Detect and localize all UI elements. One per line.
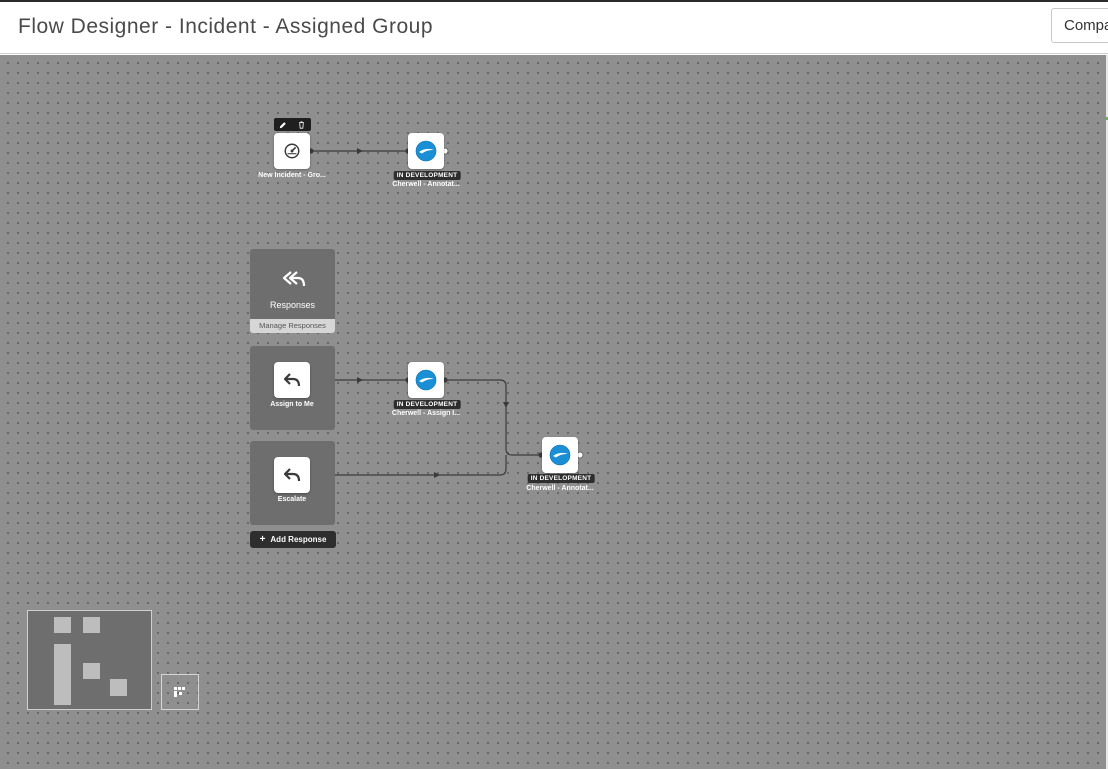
response-assign-node[interactable]: [274, 362, 310, 398]
page-title: Flow Designer - Incident - Assigned Grou…: [18, 15, 434, 38]
cherwell-logo-icon: [415, 369, 437, 391]
node-label: Cherwell - Annotat...: [526, 485, 594, 492]
status-badge: IN DEVELOPMENT: [527, 474, 595, 483]
cherwell-logo-icon: [415, 140, 437, 162]
minimap-block: [54, 644, 71, 705]
minimap-toggle-button[interactable]: [161, 674, 199, 710]
responses-title: Responses: [269, 300, 316, 310]
node-toolbar: [274, 118, 311, 131]
header-bar: Flow Designer - Incident - Assigned Grou…: [0, 2, 1108, 54]
minimap[interactable]: [27, 610, 152, 710]
connector-layer: [308, 147, 584, 478]
response-label: Escalate: [277, 496, 307, 503]
manage-responses-link[interactable]: Manage Responses: [250, 319, 335, 333]
speedometer-icon: [284, 143, 300, 159]
reply-all-icon: [280, 269, 306, 294]
arrow-marker: [357, 148, 363, 154]
pencil-icon[interactable]: [274, 118, 293, 131]
responses-panel[interactable]: Responses Manage Responses: [250, 249, 335, 333]
node-label: Cherwell - Annotat...: [392, 181, 460, 188]
minimap-icon: [174, 687, 185, 697]
status-badge: IN DEVELOPMENT: [393, 171, 461, 180]
trigger-node[interactable]: [274, 133, 310, 169]
connector-escalate-to-annotation: [311, 455, 507, 476]
flow-canvas[interactable]: New Incident - Gro... IN DEVELOPMENT Che…: [0, 55, 1106, 769]
minimap-block: [83, 617, 100, 633]
arrow-marker: [434, 472, 440, 478]
minimap-block: [110, 679, 127, 696]
reply-icon: [283, 468, 301, 482]
add-response-button[interactable]: + Add Response: [250, 531, 336, 548]
arrow-marker: [357, 377, 363, 383]
connector-assign-to-annotation: [445, 379, 541, 456]
trigger-label: New Incident - Gro...: [258, 172, 326, 179]
cherwell-annotation-node[interactable]: [408, 133, 444, 169]
minimap-block: [54, 617, 71, 633]
cherwell-assign-node[interactable]: [408, 362, 444, 398]
reply-icon: [283, 373, 301, 387]
cherwell-annotation-node[interactable]: [542, 437, 578, 473]
plus-icon: +: [259, 533, 266, 545]
trash-icon[interactable]: [293, 118, 312, 131]
arrow-marker: [503, 402, 509, 408]
minimap-block: [83, 663, 100, 679]
cherwell-logo-icon: [549, 444, 571, 466]
response-escalate-node[interactable]: [274, 457, 310, 493]
node-label: Cherwell - Assign I...: [391, 410, 461, 417]
compare-button[interactable]: Compare: [1051, 8, 1108, 43]
response-label: Assign to Me: [270, 401, 314, 408]
add-response-label: Add Response: [270, 535, 327, 544]
status-badge: IN DEVELOPMENT: [393, 400, 461, 409]
